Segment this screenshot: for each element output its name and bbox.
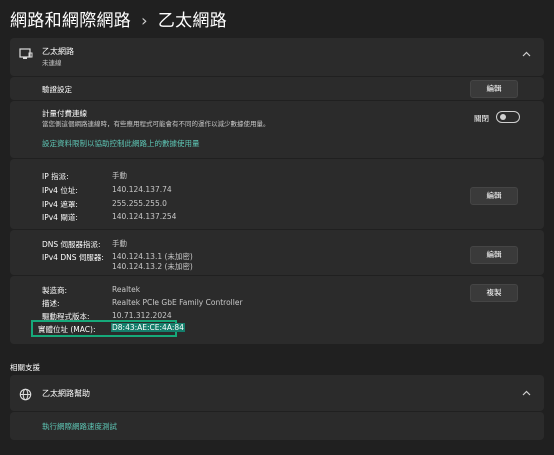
- chevron-up-icon[interactable]: [522, 389, 531, 399]
- help-header-card[interactable]: [10, 375, 544, 411]
- metered-toggle-label: 關閉: [474, 114, 489, 123]
- ethernet-header-card[interactable]: [10, 38, 544, 76]
- related-heading: 相關支援: [10, 363, 40, 372]
- ipv4-address-value: 140.124.137.74: [112, 185, 172, 194]
- mac-value[interactable]: D8:43:AE:CE:4A:84: [111, 323, 185, 333]
- chevron-up-icon[interactable]: [522, 50, 531, 60]
- toggle-knob: [500, 114, 506, 120]
- manufacturer-value: Realtek: [112, 285, 141, 294]
- ipv4-gateway-label: IPv4 閘道:: [42, 213, 78, 222]
- auth-row: [10, 77, 544, 100]
- ip-assign-value: 手動: [112, 171, 127, 180]
- breadcrumb-parent[interactable]: 網路和網際網路: [10, 11, 131, 31]
- ip-section: [10, 159, 544, 229]
- help-title: 乙太網路幫助: [42, 389, 90, 398]
- ipv4-mask-label: IPv4 遮罩:: [42, 200, 78, 209]
- ethernet-status: 未連線: [42, 59, 62, 67]
- dns-server-1: 140.124.13.1 (未加密): [112, 252, 193, 261]
- ipv4-address-label: IPv4 位址:: [42, 186, 78, 195]
- ipv4-gateway-value: 140.124.137.254: [112, 212, 177, 221]
- metered-description: 當您側這個網路連線時，有些應用程式可能會有不同的運作以減少數據使用量。: [42, 120, 270, 128]
- ethernet-monitor-icon: [19, 48, 33, 65]
- dns-servers-label: IPv4 DNS 伺服器:: [42, 253, 104, 262]
- ipv4-mask-value: 255.255.255.0: [112, 199, 167, 208]
- description-value: Realtek PCIe GbE Family Controller: [112, 298, 243, 307]
- dns-edit-button[interactable]: 編輯: [470, 246, 518, 264]
- ethernet-title: 乙太網路: [42, 47, 74, 56]
- manufacturer-label: 製造商:: [42, 286, 68, 295]
- breadcrumb-current: 乙太網路: [157, 11, 228, 31]
- auth-label: 驗證設定: [42, 85, 72, 94]
- metered-toggle[interactable]: [496, 111, 520, 123]
- ip-assign-label: IP 指派:: [42, 172, 69, 181]
- page-title: 網路和網際網路 › 乙太網路: [10, 6, 227, 31]
- dns-server-2: 140.124.13.2 (未加密): [112, 262, 193, 271]
- ip-edit-button[interactable]: 編輯: [470, 187, 518, 205]
- dns-assign-value: 手動: [112, 239, 127, 248]
- auth-edit-button[interactable]: 編輯: [470, 80, 518, 98]
- copy-button[interactable]: 複製: [470, 284, 518, 302]
- dns-assign-label: DNS 伺服器指派:: [42, 240, 101, 249]
- breadcrumb-separator: ›: [141, 11, 148, 30]
- description-label: 描述:: [42, 299, 60, 308]
- metered-row: [10, 101, 544, 158]
- data-limit-link[interactable]: 設定資料限制以協助控制此網路上的數據使用量: [42, 138, 200, 149]
- mac-value-text: D8:43:AE:CE:4A:84: [111, 323, 185, 332]
- mac-label: 實體位址 (MAC):: [38, 325, 96, 334]
- globe-icon: [19, 386, 32, 405]
- speed-test-link[interactable]: 執行網際網路速度測試: [42, 421, 117, 432]
